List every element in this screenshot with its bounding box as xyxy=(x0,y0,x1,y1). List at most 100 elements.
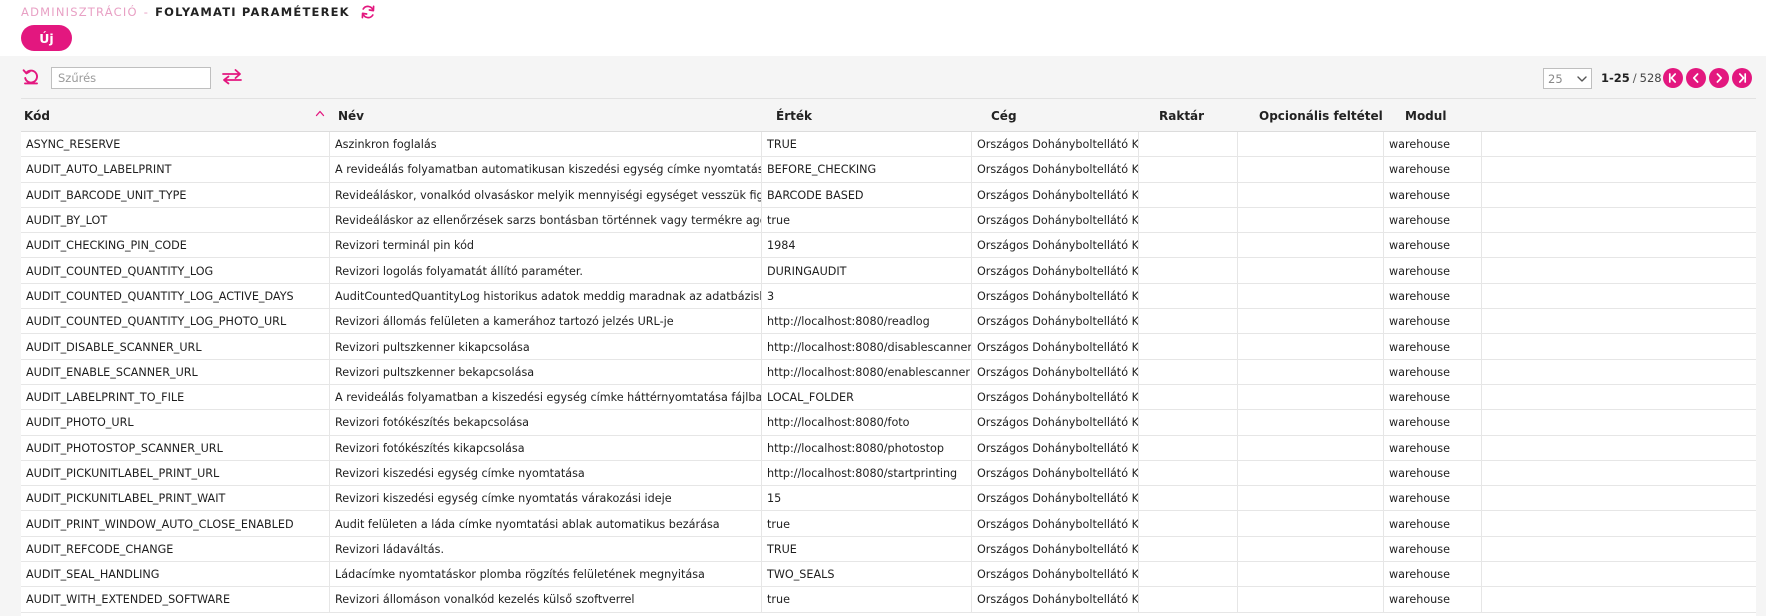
cell-raktar xyxy=(1139,587,1238,613)
cell-modul: warehouse xyxy=(1384,486,1482,512)
cell-opcionalis xyxy=(1238,283,1384,310)
table-row[interactable]: AUDIT_LABELPRINT_TO_FILE A revideálás fol… xyxy=(21,384,1756,411)
table-row[interactable]: AUDIT_BY_LOT Revideáláskor az ellenőrzése… xyxy=(21,207,1756,234)
table-row[interactable]: AUDIT_DISABLE_SCANNER_URL Revizori pultsz… xyxy=(21,334,1756,360)
page-header: ADMINISZTRÁCIÓ - FOLYAMATI PARAMÉTEREK Ú… xyxy=(0,0,1766,56)
table-row[interactable]: AUDIT_SEAL_HANDLING Ládacímke nyomtatásko… xyxy=(21,562,1756,588)
cell-filler xyxy=(1482,537,1756,562)
swap-arrows-icon[interactable] xyxy=(222,69,242,85)
cell-nev: Revizori ládaváltás. xyxy=(330,536,762,563)
cell-nev: Revideáláskor, vonalkód olvasáskor melyi… xyxy=(330,182,762,208)
table-row[interactable]: AUDIT_BARCODE_UNIT_TYPE Revideáláskor, vo… xyxy=(21,182,1756,208)
cell-raktar xyxy=(1139,207,1238,234)
cell-raktar xyxy=(1139,435,1238,461)
chevron-down-icon xyxy=(1577,75,1587,82)
cell-ceg: Országos Dohányboltellátó Kft xyxy=(972,207,1139,234)
table-row[interactable]: AUDIT_AUTO_LABELPRINT A revideálás folyam… xyxy=(21,157,1756,183)
cell-nev: Revizori fotókészítés bekapcsolása xyxy=(330,410,762,436)
next-page-button[interactable] xyxy=(1709,68,1729,88)
reset-icon[interactable] xyxy=(22,67,40,85)
cell-opcionalis xyxy=(1238,359,1384,385)
cell-raktar xyxy=(1139,410,1238,436)
cell-nev: Revizori állomás felületen a kamerához t… xyxy=(330,309,762,335)
table-row[interactable]: AUDIT_COUNTED_QUANTITY_LOG_PHOTO_URL Revi… xyxy=(21,309,1756,335)
cell-kod: AUDIT_PICKUNITLABEL_PRINT_URL xyxy=(21,460,330,487)
cell-opcionalis xyxy=(1238,233,1384,259)
table-row[interactable]: AUDIT_PRINT_WINDOW_AUTO_CLOSE_ENABLED Aud… xyxy=(21,511,1756,537)
refresh-icon[interactable] xyxy=(360,4,376,20)
cell-modul: warehouse xyxy=(1384,207,1482,234)
cell-filler xyxy=(1482,486,1756,511)
cell-modul: warehouse xyxy=(1384,460,1482,487)
cell-opcionalis xyxy=(1238,309,1384,335)
table-row[interactable]: ASYNC_RESERVE Aszinkron foglalás TRUE Orszá… xyxy=(21,132,1756,158)
table-row[interactable]: AUDIT_WITH_EXTENDED_SOFTWARE Revizori áll… xyxy=(21,587,1756,613)
column-header-ceg[interactable]: Cég xyxy=(991,99,1017,133)
column-header-opcionalis[interactable]: Opcionális feltétel xyxy=(1259,99,1383,133)
parameters-table: Kód Név Érték Cég Raktár Opcionális felt… xyxy=(21,98,1756,616)
table-row[interactable]: AUDIT_CHECKING_PIN_CODE Revizori terminál… xyxy=(21,233,1756,259)
cell-filler xyxy=(1482,461,1756,486)
cell-ceg: Országos Dohányboltellátó Kft xyxy=(972,435,1139,461)
breadcrumb-parent[interactable]: ADMINISZTRÁCIÓ xyxy=(21,5,138,19)
cell-opcionalis xyxy=(1238,511,1384,537)
cell-modul: warehouse xyxy=(1384,233,1482,259)
filter-input[interactable] xyxy=(51,67,211,89)
cell-nev: Revizori logolás folyamatát állító param… xyxy=(330,258,762,284)
cell-opcionalis xyxy=(1238,486,1384,512)
cell-ertek: http://localhost:8080/disablescanner xyxy=(762,334,972,360)
table-row[interactable]: AUDIT_REFCODE_CHANGE Revizori ládaváltás.… xyxy=(21,536,1756,563)
table-row[interactable]: AUDIT_COUNTED_QUANTITY_LOG_ACTIVE_DAYS Au… xyxy=(21,283,1756,310)
cell-kod: AUDIT_COUNTED_QUANTITY_LOG_ACTIVE_DAYS xyxy=(21,283,330,310)
cell-ceg: Országos Dohányboltellátó Kft xyxy=(972,283,1139,310)
table-row[interactable]: AUDIT_PICKUNITLABEL_PRINT_URL Revizori ki… xyxy=(21,460,1756,487)
cell-nev: Revideáláskor az ellenőrzések sarzs bont… xyxy=(330,207,762,234)
table-row[interactable]: AUDIT_PHOTO_URL Revizori fotókészítés bek… xyxy=(21,410,1756,436)
cell-modul: warehouse xyxy=(1384,587,1482,613)
cell-raktar xyxy=(1139,536,1238,563)
table-body: ASYNC_RESERVE Aszinkron foglalás TRUE Orszá… xyxy=(21,132,1756,613)
column-header-ertek[interactable]: Érték xyxy=(776,99,812,133)
prev-page-button[interactable] xyxy=(1686,68,1706,88)
first-page-icon xyxy=(1668,73,1677,83)
cell-raktar xyxy=(1139,359,1238,385)
cell-ertek: http://localhost:8080/startprinting xyxy=(762,460,972,487)
pagination-info: 1-25 / 528 xyxy=(1601,69,1662,87)
cell-filler xyxy=(1482,157,1756,182)
cell-filler xyxy=(1482,587,1756,612)
cell-kod: AUDIT_CHECKING_PIN_CODE xyxy=(21,233,330,259)
cell-ceg: Országos Dohányboltellátó Kft xyxy=(972,410,1139,436)
cell-raktar xyxy=(1139,182,1238,208)
sort-ascending-icon[interactable] xyxy=(315,109,325,117)
cell-filler xyxy=(1482,258,1756,283)
cell-raktar xyxy=(1139,233,1238,259)
content-area: 25 1-25 / 528 Kód xyxy=(0,56,1766,616)
table-row[interactable]: AUDIT_PHOTOSTOP_SCANNER_URL Revizori fotó… xyxy=(21,435,1756,461)
table-row[interactable]: AUDIT_ENABLE_SCANNER_URL Revizori pultszk… xyxy=(21,359,1756,385)
table-header: Kód Név Érték Cég Raktár Opcionális felt… xyxy=(21,98,1756,132)
page-size-select[interactable]: 25 xyxy=(1543,68,1592,89)
column-header-kod[interactable]: Kód xyxy=(24,99,50,133)
last-page-button[interactable] xyxy=(1732,68,1752,88)
next-page-icon xyxy=(1716,73,1723,83)
column-header-nev[interactable]: Név xyxy=(338,99,364,133)
column-header-modul[interactable]: Modul xyxy=(1405,99,1446,133)
cell-ertek: LOCAL_FOLDER xyxy=(762,384,972,411)
table-row[interactable]: AUDIT_PICKUNITLABEL_PRINT_WAIT Revizori k… xyxy=(21,486,1756,512)
cell-opcionalis xyxy=(1238,410,1384,436)
cell-kod: AUDIT_AUTO_LABELPRINT xyxy=(21,157,330,183)
page-total: 528 xyxy=(1639,71,1662,85)
column-header-raktar[interactable]: Raktár xyxy=(1159,99,1204,133)
cell-nev: Revizori állomáson vonalkód kezelés küls… xyxy=(330,587,762,613)
first-page-button[interactable] xyxy=(1663,68,1683,88)
cell-opcionalis xyxy=(1238,435,1384,461)
cell-nev: AuditCountedQuantityLog historikus adato… xyxy=(330,283,762,310)
cell-filler xyxy=(1482,385,1756,410)
cell-ceg: Országos Dohányboltellátó Kft xyxy=(972,309,1139,335)
table-row[interactable]: AUDIT_COUNTED_QUANTITY_LOG Revizori logol… xyxy=(21,258,1756,284)
cell-ertek: TWO_SEALS xyxy=(762,562,972,588)
new-button[interactable]: Új xyxy=(21,25,72,51)
cell-ceg: Országos Dohányboltellátó Kft xyxy=(972,334,1139,360)
cell-nev: Revizori fotókészítés kikapcsolása xyxy=(330,435,762,461)
cell-ertek: http://localhost:8080/foto xyxy=(762,410,972,436)
